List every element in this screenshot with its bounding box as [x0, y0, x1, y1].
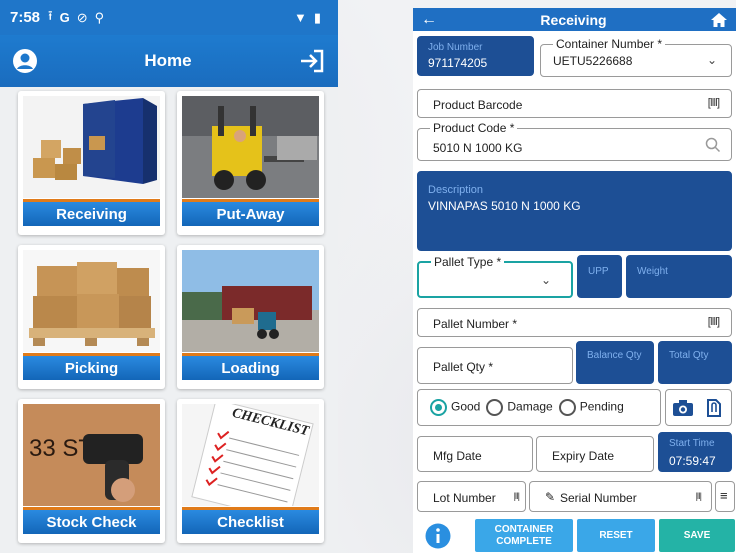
field-caption: UPP — [588, 266, 609, 277]
field-placeholder: Expiry Date — [552, 449, 615, 463]
list-icon: ≡ — [720, 488, 728, 503]
field-caption: Weight — [637, 266, 668, 277]
back-arrow-icon[interactable]: ← — [421, 11, 437, 29]
pallet-number-field[interactable]: Pallet Number * [‖‖] — [417, 308, 732, 337]
mfg-date-field[interactable]: Mfg Date — [417, 436, 533, 472]
reset-button[interactable]: RESET — [577, 519, 655, 552]
job-number-field[interactable]: Job Number 971174205 — [417, 36, 534, 76]
camera-icon[interactable] — [672, 399, 694, 417]
weight-field: Weight — [626, 255, 732, 298]
field-value: 07:59:47 — [669, 454, 716, 468]
media-buttons — [665, 389, 732, 426]
radio-good[interactable]: Good — [430, 399, 480, 416]
scanner-image: 33 STX 2 — [23, 404, 160, 506]
status-time: 7:58 — [10, 9, 41, 26]
receiving-screen: ← Receiving Job Number 971174205 Contain… — [413, 8, 736, 553]
expiry-date-field[interactable]: Expiry Date — [536, 436, 654, 472]
radio-label: Good — [451, 399, 481, 414]
product-barcode-field[interactable]: Product Barcode [‖‖] — [417, 89, 732, 118]
home-app-bar: Home — [0, 35, 338, 87]
receiving-app-bar: ← Receiving — [413, 8, 736, 31]
profile-icon[interactable] — [12, 48, 38, 74]
boxes-image — [23, 250, 160, 352]
tile-picking[interactable]: Picking — [18, 245, 165, 389]
field-placeholder: Lot Number — [433, 491, 496, 505]
tile-label: Put-Away — [182, 199, 319, 226]
condition-radio-group: Good Damage Pending — [417, 389, 661, 426]
start-time-field: Start Time 07:59:47 — [658, 432, 732, 472]
tile-label: Loading — [182, 353, 319, 380]
field-caption: Balance Qty — [587, 350, 642, 361]
home-icon[interactable] — [710, 12, 728, 28]
page-title: Home — [144, 51, 192, 70]
tile-stock-check[interactable]: 33 STX 2 Stock Check — [18, 399, 165, 543]
home-screen: 7:58 ⭱ G ⊘ ⚲ ▼ ▮ Home Receiving Put-Away… — [0, 0, 338, 553]
tile-checklist[interactable]: CHECKLIST Checklist — [177, 399, 324, 543]
field-value: 971174205 — [428, 56, 488, 70]
serial-number-field[interactable]: ✎ Serial Number |‖| — [529, 481, 712, 512]
truck-image — [182, 250, 319, 352]
search-icon[interactable] — [705, 137, 721, 153]
tile-label: Picking — [23, 353, 160, 380]
lot-number-field[interactable]: Lot Number |‖| — [417, 481, 526, 512]
field-caption: Total Qty — [669, 350, 709, 361]
field-legend: Product Code * — [430, 121, 518, 135]
total-qty-field: Total Qty — [658, 341, 732, 384]
tile-label: Stock Check — [23, 507, 160, 534]
field-caption: Start Time — [669, 438, 715, 449]
field-placeholder: Pallet Qty * — [433, 360, 494, 374]
field-placeholder: Mfg Date — [433, 449, 482, 463]
menu-grid: Receiving Put-Away Picking Loading 33 ST… — [18, 91, 328, 543]
field-caption: Description — [428, 184, 484, 196]
attachment-icon[interactable] — [706, 398, 722, 418]
usb-icon: ⚲ — [94, 9, 105, 25]
description-field: Description VINNAPAS 5010 N 1000 KG — [417, 171, 732, 251]
wifi-icon: ▼ — [293, 10, 307, 25]
list-button[interactable]: ≡ — [715, 481, 735, 512]
field-legend: Pallet Type * — [431, 255, 505, 269]
save-button[interactable]: SAVE — [659, 519, 735, 552]
status-bar: 7:58 ⭱ G ⊘ ⚲ ▼ ▮ — [0, 0, 338, 35]
radio-pending[interactable]: Pending — [558, 399, 624, 416]
tile-loading[interactable]: Loading — [177, 245, 324, 389]
chevron-down-icon: ⌄ — [540, 273, 551, 287]
pencil-icon: ✎ — [545, 490, 556, 504]
field-placeholder: Serial Number — [560, 491, 637, 505]
forklift-image — [182, 96, 319, 198]
tile-label: Checklist — [182, 507, 319, 534]
barcode-icon[interactable]: [‖‖] — [708, 97, 720, 109]
pallet-type-select[interactable]: Pallet Type * ⌄ — [417, 255, 573, 298]
barcode-icon[interactable]: [‖‖] — [708, 316, 720, 328]
barcode-icon[interactable]: |‖| — [514, 491, 520, 501]
battery-icon: ▮ — [313, 9, 321, 25]
field-caption: Job Number — [428, 42, 483, 53]
container-complete-button[interactable]: CONTAINER COMPLETE — [475, 519, 573, 552]
balance-qty-field: Balance Qty — [576, 341, 654, 384]
chevron-down-icon: ⌄ — [706, 53, 717, 67]
upp-field: UPP — [577, 255, 622, 298]
info-icon[interactable] — [425, 523, 451, 549]
container-image — [23, 96, 160, 198]
radio-label: Pending — [579, 399, 624, 414]
logout-icon[interactable] — [298, 48, 326, 74]
blocked-icon: ⊘ — [76, 9, 88, 25]
field-legend: Container Number * — [553, 37, 666, 51]
field-value: UETU5226688 — [553, 54, 633, 68]
upload-icon: ⭱ — [48, 7, 53, 23]
radio-label: Damage — [507, 399, 553, 414]
google-icon: G — [59, 10, 70, 25]
product-code-field[interactable]: Product Code * 5010 N 1000 KG — [417, 121, 732, 161]
field-placeholder: Product Barcode — [433, 98, 523, 112]
tile-label: Receiving — [23, 199, 160, 226]
tile-receiving[interactable]: Receiving — [18, 91, 165, 235]
barcode-icon[interactable]: |‖| — [696, 491, 702, 501]
container-number-field[interactable]: Container Number * UETU5226688 ⌄ — [540, 37, 732, 77]
page-title: Receiving — [540, 11, 607, 28]
field-value: 5010 N 1000 KG — [433, 141, 523, 155]
radio-damage[interactable]: Damage — [486, 399, 553, 416]
field-placeholder: Pallet Number * — [433, 317, 518, 331]
field-value: VINNAPAS 5010 N 1000 KG — [428, 199, 581, 213]
tile-put-away[interactable]: Put-Away — [177, 91, 324, 235]
pallet-qty-field[interactable]: Pallet Qty * — [417, 347, 573, 384]
